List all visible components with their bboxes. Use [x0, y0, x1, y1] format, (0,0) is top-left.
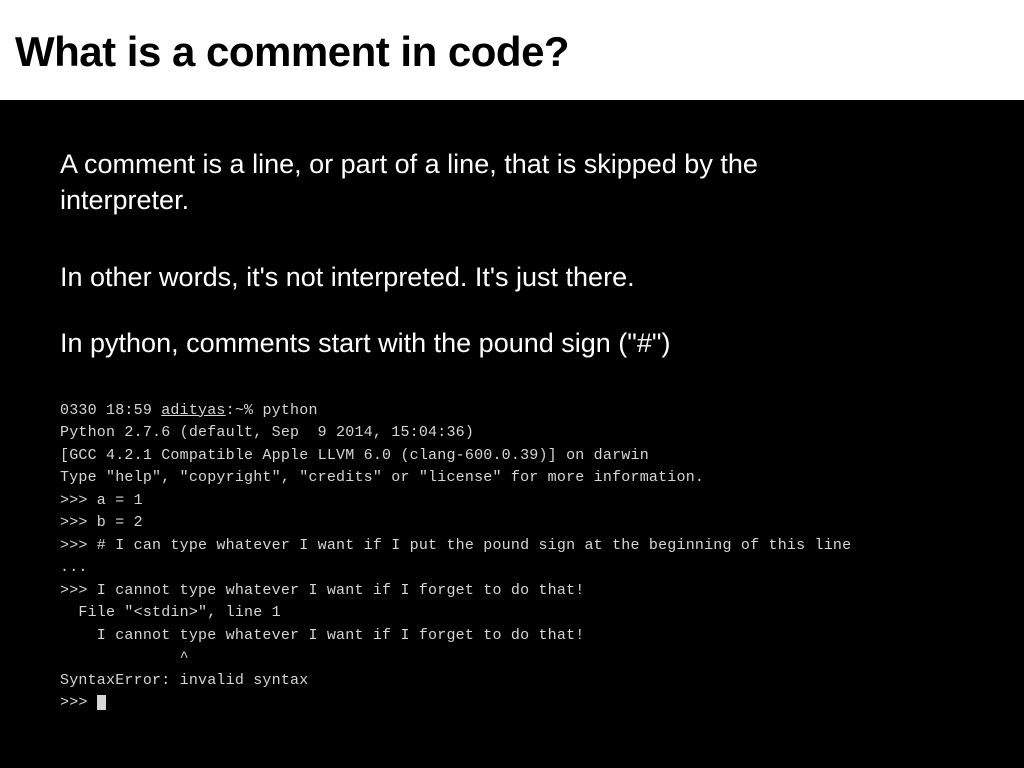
terminal-line-3: [GCC 4.2.1 Compatible Apple LLVM 6.0 (cl… — [60, 447, 649, 464]
terminal-line-5: >>> a = 1 — [60, 492, 143, 509]
cursor-icon — [97, 695, 106, 710]
terminal-line-13: SyntaxError: invalid syntax — [60, 672, 308, 689]
terminal-line-4: Type "help", "copyright", "credits" or "… — [60, 469, 704, 486]
terminal-line-2: Python 2.7.6 (default, Sep 9 2014, 15:04… — [60, 424, 474, 441]
slide-title: What is a comment in code? — [15, 28, 1004, 76]
terminal-line-12: ^ — [60, 649, 189, 666]
terminal-line-7: >>> # I can type whatever I want if I pu… — [60, 537, 851, 554]
terminal-line-6: >>> b = 2 — [60, 514, 143, 531]
terminal-line-8: ... — [60, 559, 88, 576]
terminal-username: adityas — [161, 402, 225, 419]
slide-header: What is a comment in code? — [0, 0, 1024, 100]
terminal-line-9: >>> I cannot type whatever I want if I f… — [60, 582, 584, 599]
terminal-output: 0330 18:59 adityas:~% python Python 2.7.… — [60, 400, 964, 715]
paragraph-2: In other words, it's not interpreted. It… — [60, 259, 964, 295]
terminal-line-1: 0330 18:59 adityas:~% python — [60, 402, 318, 419]
terminal-line-10: File "<stdin>", line 1 — [60, 604, 281, 621]
terminal-line-11: I cannot type whatever I want if I forge… — [60, 627, 584, 644]
paragraph-3: In python, comments start with the pound… — [60, 325, 964, 361]
paragraph-1: A comment is a line, or part of a line, … — [60, 146, 760, 219]
terminal-line-14: >>> — [60, 694, 106, 711]
slide-content: A comment is a line, or part of a line, … — [0, 100, 1024, 735]
